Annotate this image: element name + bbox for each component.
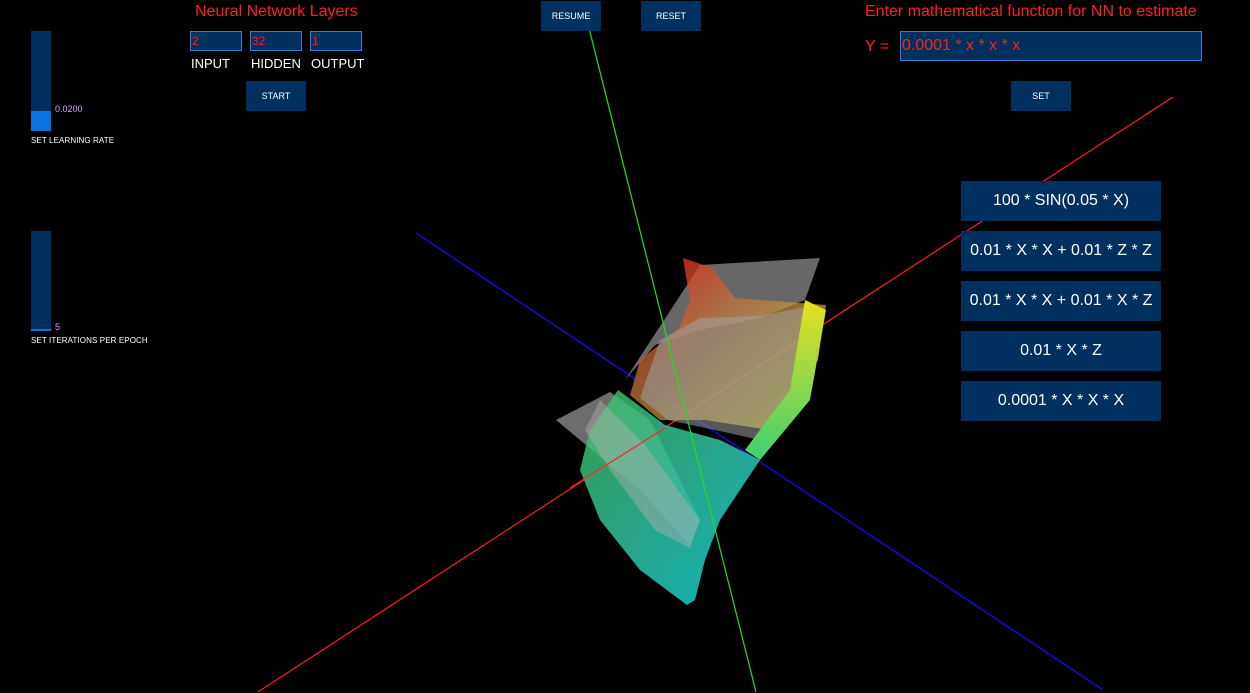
input-layer-label: INPUT: [191, 56, 230, 71]
preset-product-button[interactable]: 0.01 * X * Z: [961, 331, 1161, 371]
reset-button[interactable]: RESET: [641, 1, 701, 31]
learning-rate-value: 0.0200: [55, 104, 83, 114]
y-equals-label: Y =: [865, 38, 890, 55]
output-layer-field[interactable]: [310, 31, 362, 51]
hidden-layer-label: HIDDEN: [251, 56, 301, 71]
preset-sin-button[interactable]: 100 * SIN(0.05 * X): [961, 181, 1161, 221]
input-layer-field[interactable]: [190, 31, 242, 51]
output-layer-label: OUTPUT: [311, 56, 365, 71]
function-panel-title: Enter mathematical function for NN to es…: [865, 3, 1197, 20]
resume-button[interactable]: RESUME: [541, 1, 601, 31]
iterations-value: 5: [55, 322, 61, 332]
hidden-layer-field[interactable]: [250, 31, 302, 51]
learning-rate-caption: SET LEARNING RATE: [31, 136, 115, 145]
iterations-slider-fill: [31, 329, 51, 331]
iterations-caption: SET ITERATIONS PER EPOCH: [31, 336, 148, 345]
learning-rate-slider-fill: [31, 111, 51, 131]
iterations-slider[interactable]: [31, 231, 51, 331]
function-input[interactable]: [900, 31, 1202, 61]
preset-cubic-button[interactable]: 0.0001 * X * X * X: [961, 381, 1161, 421]
learning-rate-slider[interactable]: [31, 31, 51, 131]
preset-quadratic-xz-button[interactable]: 0.01 * X * X + 0.01 * Z * Z: [961, 231, 1161, 271]
layers-title: Neural Network Layers: [195, 3, 358, 20]
start-button[interactable]: START: [246, 81, 306, 111]
preset-quadratic-mixed-button[interactable]: 0.01 * X * X + 0.01 * X * Z: [961, 281, 1161, 321]
set-function-button[interactable]: SET: [1011, 81, 1071, 111]
